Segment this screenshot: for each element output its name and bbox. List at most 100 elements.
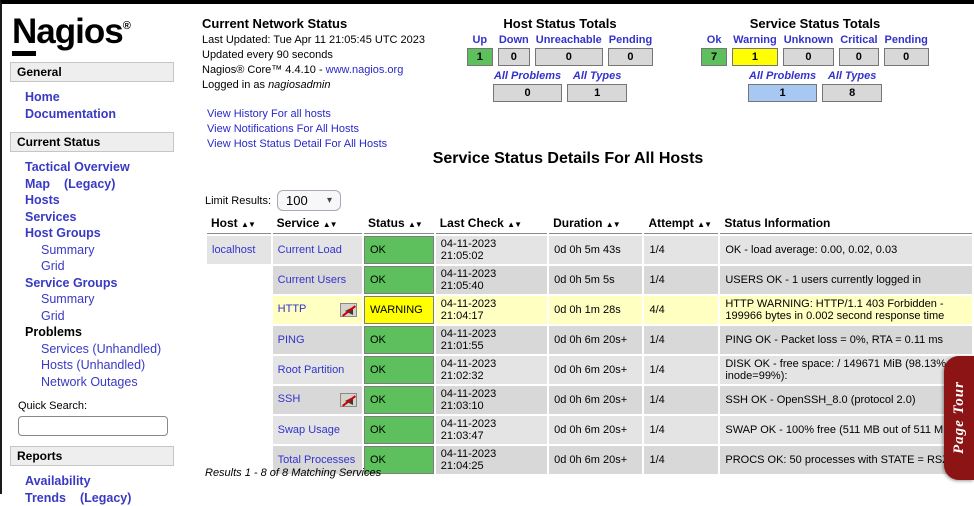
- view-links: View History For all hosts View Notifica…: [207, 107, 442, 152]
- view-notifications-link[interactable]: View Notifications For All Hosts: [207, 122, 442, 137]
- service-cell: HTTP: [273, 296, 362, 324]
- host-all-problems-header[interactable]: All Problems: [493, 70, 562, 82]
- sidebar-item-trends[interactable]: Trends(Legacy): [10, 490, 174, 506]
- sort-descending-icon[interactable]: ▼: [415, 220, 422, 229]
- duration-cell: 0d 0h 5m 43s: [549, 236, 642, 264]
- sort-icons[interactable]: ▲▼: [606, 220, 620, 229]
- service-count-ok[interactable]: 7: [701, 48, 727, 66]
- sidebar-item-availability[interactable]: Availability: [10, 473, 174, 490]
- sidebar-item-tactical-overview[interactable]: Tactical Overview: [10, 159, 174, 176]
- sidebar-item-servicegroup-grid[interactable]: Grid: [10, 308, 174, 325]
- page-tour-button[interactable]: Page Tour: [944, 356, 974, 480]
- sidebar-item-hostgroup-grid[interactable]: Grid: [10, 258, 174, 275]
- sidebar-item-services[interactable]: Services: [10, 209, 174, 226]
- sort-icons[interactable]: ▲▼: [323, 220, 337, 229]
- service-link[interactable]: Swap Usage: [278, 424, 340, 436]
- sort-ascending-icon[interactable]: ▲: [323, 220, 330, 229]
- service-all-types-header[interactable]: All Types: [822, 70, 882, 82]
- host-count-up[interactable]: 1: [467, 48, 493, 66]
- core-version: Nagios® Core™ 4.4.10 - www.nagios.org: [202, 63, 442, 78]
- sort-ascending-icon[interactable]: ▲: [408, 220, 415, 229]
- sort-ascending-icon[interactable]: ▲: [606, 220, 613, 229]
- sidebar-item-hosts-unhandled[interactable]: Hosts (Unhandled): [10, 357, 174, 374]
- service-totals-header-pending[interactable]: Pending: [884, 34, 929, 46]
- attempt-cell: 4/4: [644, 296, 718, 324]
- sort-descending-icon[interactable]: ▼: [514, 220, 521, 229]
- logo-rest: agios: [36, 12, 122, 51]
- service-all-types-count[interactable]: 8: [822, 84, 882, 102]
- column-header-attempt: Attempt ▲▼: [644, 214, 718, 234]
- service-link[interactable]: SSH: [278, 393, 301, 405]
- sort-descending-icon[interactable]: ▼: [613, 220, 620, 229]
- host-count-unreachable[interactable]: 0: [535, 48, 603, 66]
- sort-icons[interactable]: ▲▼: [697, 220, 711, 229]
- sidebar-item-map-suffix: (Legacy): [50, 177, 115, 191]
- service-cell: Current Users: [273, 266, 362, 294]
- column-header-host-label: Host: [211, 216, 238, 230]
- service-status-table: Host ▲▼ Service ▲▼ Status ▲▼ Last Check …: [205, 212, 974, 476]
- limit-results: Limit Results: 100 ▾: [205, 190, 341, 211]
- quick-search-input[interactable]: [18, 416, 168, 436]
- host-count-down[interactable]: 0: [498, 48, 530, 66]
- last-check-cell: 04-11-2023 21:05:40: [436, 266, 547, 294]
- column-header-status-information: Status Information: [720, 214, 972, 234]
- duration-cell: 0d 0h 6m 20s+: [549, 356, 642, 384]
- service-count-pending[interactable]: 0: [884, 48, 929, 66]
- service-count-unknown[interactable]: 0: [783, 48, 835, 66]
- host-all-problems-count[interactable]: 0: [493, 84, 562, 102]
- sidebar-item-network-outages[interactable]: Network Outages: [10, 374, 174, 391]
- sidebar-item-map[interactable]: Map(Legacy): [10, 176, 174, 193]
- service-count-critical[interactable]: 0: [839, 48, 878, 66]
- host-link[interactable]: localhost: [212, 244, 255, 256]
- service-totals-title: Service Status Totals: [680, 16, 950, 31]
- sidebar-item-map-label: Map: [25, 177, 50, 191]
- service-link[interactable]: PING: [278, 334, 305, 346]
- sort-ascending-icon[interactable]: ▲: [241, 220, 248, 229]
- sort-icons[interactable]: ▲▼: [241, 220, 255, 229]
- status-info-cell: SSH OK - OpenSSH_8.0 (protocol 2.0): [720, 386, 972, 414]
- nagios-org-link[interactable]: www.nagios.org: [326, 64, 404, 76]
- last-check-cell: 04-11-2023 21:04:25: [436, 446, 547, 474]
- logged-in-user: nagiosadmin: [268, 79, 330, 91]
- limit-results-select[interactable]: 100 ▾: [277, 190, 341, 211]
- host-totals-header-down[interactable]: Down: [498, 34, 530, 46]
- column-header-host: Host ▲▼: [207, 214, 271, 234]
- service-all-problems-header[interactable]: All Problems: [748, 70, 817, 82]
- sidebar-item-services-unhandled[interactable]: Services (Unhandled): [10, 341, 174, 358]
- service-totals-header-critical[interactable]: Critical: [839, 34, 878, 46]
- view-history-link[interactable]: View History For all hosts: [207, 107, 442, 122]
- notifications-disabled-icon[interactable]: [340, 303, 357, 317]
- host-all-types-count[interactable]: 1: [567, 84, 627, 102]
- sort-descending-icon[interactable]: ▼: [248, 220, 255, 229]
- service-totals-header-ok[interactable]: Ok: [701, 34, 727, 46]
- sidebar-item-hostgroup-summary[interactable]: Summary: [10, 242, 174, 259]
- sidebar-item-service-groups[interactable]: Service Groups: [10, 275, 174, 292]
- service-link[interactable]: HTTP: [278, 303, 307, 315]
- service-count-warning[interactable]: 1: [732, 48, 778, 66]
- notifications-disabled-icon[interactable]: [340, 393, 357, 407]
- service-totals-header-unknown[interactable]: Unknown: [783, 34, 835, 46]
- host-totals-header-up[interactable]: Up: [467, 34, 493, 46]
- service-link[interactable]: Total Processes: [278, 454, 356, 466]
- sort-icons[interactable]: ▲▼: [507, 220, 521, 229]
- sort-descending-icon[interactable]: ▼: [704, 220, 711, 229]
- host-all-types-header[interactable]: All Types: [567, 70, 627, 82]
- host-cell: [207, 266, 271, 294]
- service-link[interactable]: Root Partition: [278, 364, 345, 376]
- sidebar-item-servicegroup-summary[interactable]: Summary: [10, 291, 174, 308]
- service-link[interactable]: Current Users: [278, 274, 346, 286]
- sidebar-item-hosts[interactable]: Hosts: [10, 192, 174, 209]
- sort-icons[interactable]: ▲▼: [408, 220, 422, 229]
- service-link[interactable]: Current Load: [278, 244, 342, 256]
- sidebar-item-documentation[interactable]: Documentation: [10, 106, 174, 123]
- attempt-cell: 1/4: [644, 326, 718, 354]
- sort-descending-icon[interactable]: ▼: [330, 220, 337, 229]
- host-totals-header-pending[interactable]: Pending: [608, 34, 653, 46]
- sidebar-item-host-groups[interactable]: Host Groups: [10, 225, 174, 242]
- sidebar-item-home[interactable]: Home: [10, 89, 174, 106]
- service-totals-header-warning[interactable]: Warning: [732, 34, 778, 46]
- service-all-problems-count[interactable]: 1: [748, 84, 817, 102]
- column-header-last-check-label: Last Check: [440, 216, 504, 230]
- host-totals-header-unreachable[interactable]: Unreachable: [535, 34, 603, 46]
- host-count-pending[interactable]: 0: [608, 48, 653, 66]
